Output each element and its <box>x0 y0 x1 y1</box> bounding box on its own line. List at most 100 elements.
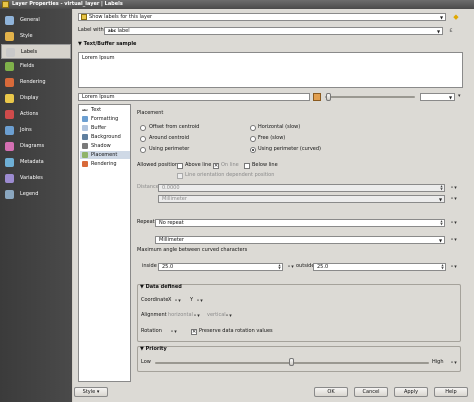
nav-item-display[interactable]: Display <box>1 91 71 106</box>
spin-arrows-icon: ▲ ▼ <box>278 263 281 270</box>
above-line-checkbox[interactable] <box>177 163 183 169</box>
on-line-checkbox[interactable]: ✕ <box>213 163 219 169</box>
joins-icon <box>5 126 14 135</box>
subnav-item-placement[interactable]: Placement <box>80 151 130 159</box>
radio-horizontal-slow[interactable] <box>250 125 256 131</box>
reset-sample-icon[interactable] <box>313 93 321 101</box>
data-defined-rotation-button[interactable]: ⚬▾ <box>170 328 181 336</box>
formatting-icon <box>82 116 88 122</box>
expression-builder-icon[interactable]: ε <box>447 27 455 35</box>
nav-item-labels[interactable]: Labels <box>1 44 71 59</box>
radio-offset-from-centroid[interactable] <box>140 125 146 131</box>
inside-angle-spinbox[interactable]: 25.0 ▲ ▼ <box>158 263 283 271</box>
line-orientation-label: Line orientation dependent position <box>185 172 275 178</box>
nav-item-general[interactable]: General <box>1 13 71 28</box>
data-defined-priority-button[interactable]: ⚬▾ <box>450 359 461 367</box>
outside-label: outside <box>296 263 315 269</box>
color-picker-icon[interactable]: ▾ <box>458 92 466 101</box>
subnav-item-label: Rendering <box>91 161 117 167</box>
metadata-icon <box>5 158 14 167</box>
above-line-label: Above line <box>185 162 212 168</box>
help-button-label: Help <box>445 389 457 395</box>
nav-item-diagrams[interactable]: Diagrams <box>1 139 71 154</box>
ok-button[interactable]: OK <box>314 387 348 397</box>
sample-preview-text: Lorem Ipsum <box>82 55 115 61</box>
radio-free-slow[interactable] <box>250 136 256 142</box>
help-button[interactable]: Help <box>434 387 468 397</box>
subnav-item-label: Background <box>91 134 121 140</box>
data-defined-y-button[interactable]: ⚬▾ <box>196 297 207 305</box>
data-defined-repeat-button[interactable]: ⚬▾ <box>450 219 461 227</box>
nav-item-label: Actions <box>20 111 39 117</box>
data-defined-distance-unit-button[interactable]: ⚬▾ <box>450 195 461 203</box>
alignment-horizontal-label: horizontal <box>168 312 193 318</box>
nav-item-label: Diagrams <box>20 143 45 149</box>
label-field-combo[interactable]: abc label ▼ <box>104 27 443 35</box>
sample-background-color[interactable]: ▼ <box>420 93 455 101</box>
data-defined-header[interactable]: ▼ Data defined <box>140 284 182 291</box>
nav-item-style[interactable]: Style <box>1 29 71 44</box>
preserve-rotation-checkbox[interactable]: ✕ <box>191 329 197 335</box>
background-icon <box>82 134 88 140</box>
sample-scale-track[interactable] <box>325 96 415 98</box>
apply-button[interactable]: Apply <box>394 387 428 397</box>
nav-item-fields[interactable]: Fields <box>1 59 71 74</box>
nav-item-metadata[interactable]: Metadata <box>1 155 71 170</box>
data-defined-outside-button[interactable]: ⚬▾ <box>450 263 461 271</box>
chevron-down-icon: ▼ <box>448 95 453 100</box>
below-line-checkbox[interactable] <box>244 163 250 169</box>
spin-arrows-icon: ▲ ▼ <box>440 184 443 191</box>
diagrams-icon <box>5 142 14 151</box>
distance-unit-combo[interactable]: Millimeter ▼ <box>158 195 445 203</box>
using-perimeter-label: Using perimeter <box>149 146 190 152</box>
subnav-item-background[interactable]: Background <box>80 133 130 141</box>
cancel-button-label: Cancel <box>362 389 380 395</box>
alignment-vertical-label: vertical <box>207 312 226 318</box>
radio-using-perimeter[interactable] <box>140 147 146 153</box>
window-title: Layer Properties - virtual_layer | Label… <box>12 1 123 7</box>
nav-item-legend[interactable]: Legend <box>1 187 71 202</box>
subnav-item-rendering[interactable]: Rendering <box>80 160 130 168</box>
cancel-button[interactable]: Cancel <box>354 387 388 397</box>
nav-item-actions[interactable]: Actions <box>1 107 71 122</box>
general-icon <box>5 16 14 25</box>
subnav-item-text[interactable]: abc Text <box>80 106 130 114</box>
nav-item-rendering[interactable]: Rendering <box>1 75 71 90</box>
outside-angle-value: 25.0 <box>317 264 329 270</box>
preserve-rotation-label: Preserve data rotation values <box>199 328 273 334</box>
offset-from-centroid-label: Offset from centroid <box>149 124 200 130</box>
expression-icon[interactable]: ◆ <box>451 12 461 22</box>
subnav-item-formatting[interactable]: Formatting <box>80 115 130 123</box>
distance-spinbox[interactable]: 0.0000 ▲ ▼ <box>158 184 445 192</box>
left-nav: General Style Labels Fields Rendering Display… <box>0 9 72 402</box>
outside-angle-spinbox[interactable]: 25.0 ▲ ▼ <box>313 263 446 271</box>
subnav-item-shadow[interactable]: Shadow <box>80 142 130 150</box>
priority-handle[interactable] <box>289 358 294 366</box>
priority-high-label: High <box>432 359 444 365</box>
radio-using-perimeter-curved[interactable] <box>250 147 256 153</box>
data-defined-x-button[interactable]: ⚬▾ <box>174 297 185 305</box>
data-defined-horizontal-button[interactable]: ⚬▾ <box>193 312 204 320</box>
subnav-item-buffer[interactable]: Buffer <box>80 124 130 132</box>
radio-around-centroid[interactable] <box>140 136 146 142</box>
text-buffer-sample-header[interactable]: ▼ Text/Buffer sample <box>78 41 136 48</box>
nav-item-joins[interactable]: Joins <box>1 123 71 138</box>
sample-scale-handle[interactable] <box>326 93 331 101</box>
repeat-unit-combo[interactable]: Millimeter ▼ <box>155 236 445 244</box>
line-orientation-checkbox[interactable] <box>177 173 183 179</box>
free-slow-label: Free (slow) <box>258 135 286 141</box>
style-button[interactable]: Style ▾ <box>74 387 108 397</box>
nav-item-variables[interactable]: Variables <box>1 171 71 186</box>
data-defined-distance-button[interactable]: ⚬▾ <box>450 184 461 192</box>
labels-icon <box>6 48 15 57</box>
placement-icon <box>82 152 88 158</box>
actions-icon <box>5 110 14 119</box>
priority-header[interactable]: ▼ Priority <box>140 346 167 353</box>
chevron-down-icon: ▾ <box>96 389 100 395</box>
nav-item-label: Labels <box>21 49 38 55</box>
data-defined-vertical-button[interactable]: ⚬▾ <box>225 312 236 320</box>
repeat-spinbox[interactable]: No repeat ▲ ▼ <box>155 219 445 227</box>
data-defined-repeat-unit-button[interactable]: ⚬▾ <box>450 236 461 244</box>
sample-text-input[interactable]: Lorem Ipsum <box>78 93 310 101</box>
label-mode-combo[interactable]: Show labels for this layer ▼ <box>78 13 446 21</box>
